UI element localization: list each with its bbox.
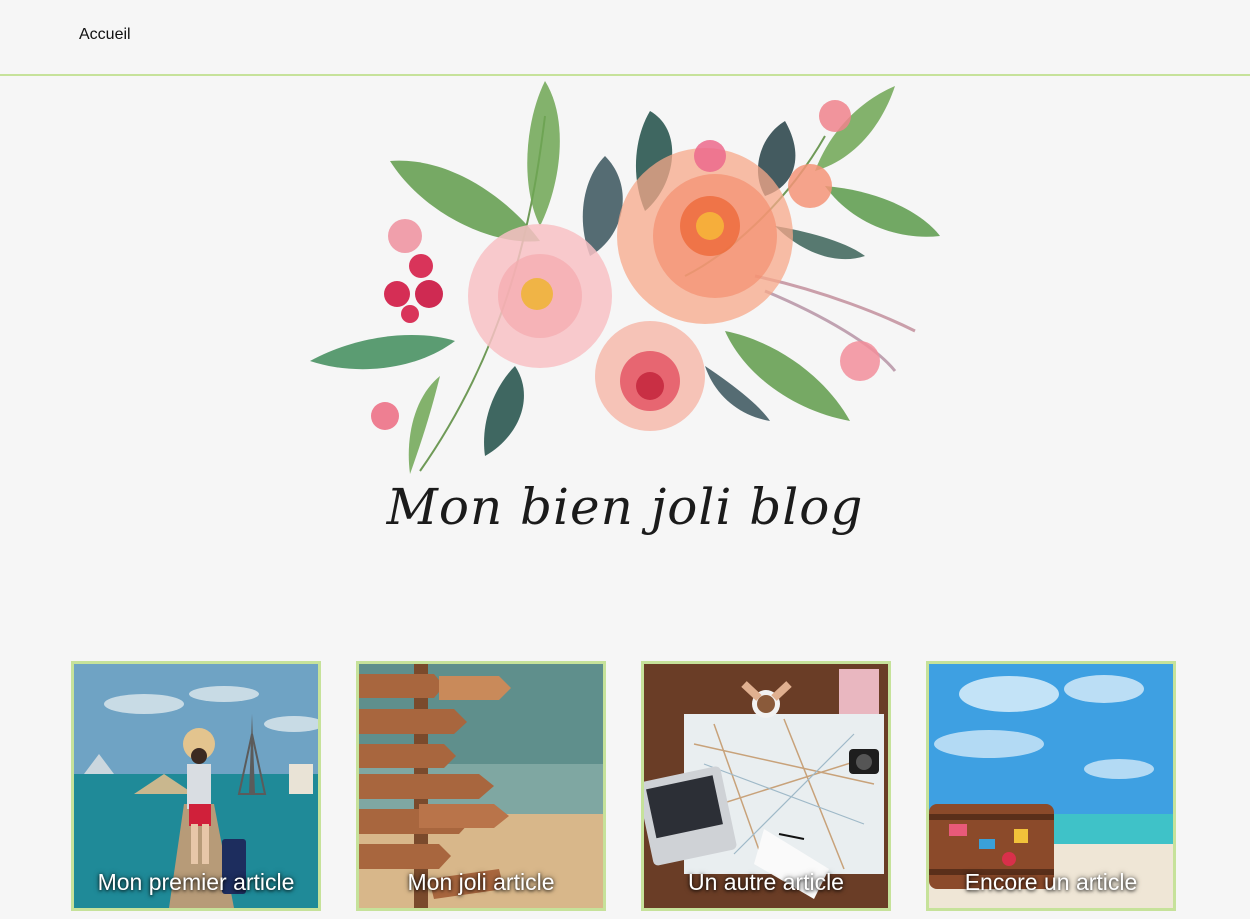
- article-card-2[interactable]: Mon joli article: [356, 661, 606, 911]
- blog-title: Mon bien joli blog: [386, 478, 864, 536]
- article-title: Un autre article: [688, 869, 844, 895]
- article-card-1[interactable]: Mon premier article: [71, 661, 321, 911]
- article-card-3[interactable]: Un autre article: [641, 661, 891, 911]
- article-card-4[interactable]: Encore un article: [926, 661, 1176, 911]
- article-title: Encore un article: [964, 869, 1138, 895]
- top-navigation: Accueil: [0, 0, 1250, 76]
- watercolor-flower-bouquet-icon: [305, 76, 945, 476]
- nav-link-accueil[interactable]: Accueil: [79, 26, 131, 44]
- article-cards: Mon premier article Mon joli article Un …: [71, 661, 1181, 911]
- article-title: Mon premier article: [97, 869, 295, 895]
- article-title: Mon joli article: [407, 869, 555, 895]
